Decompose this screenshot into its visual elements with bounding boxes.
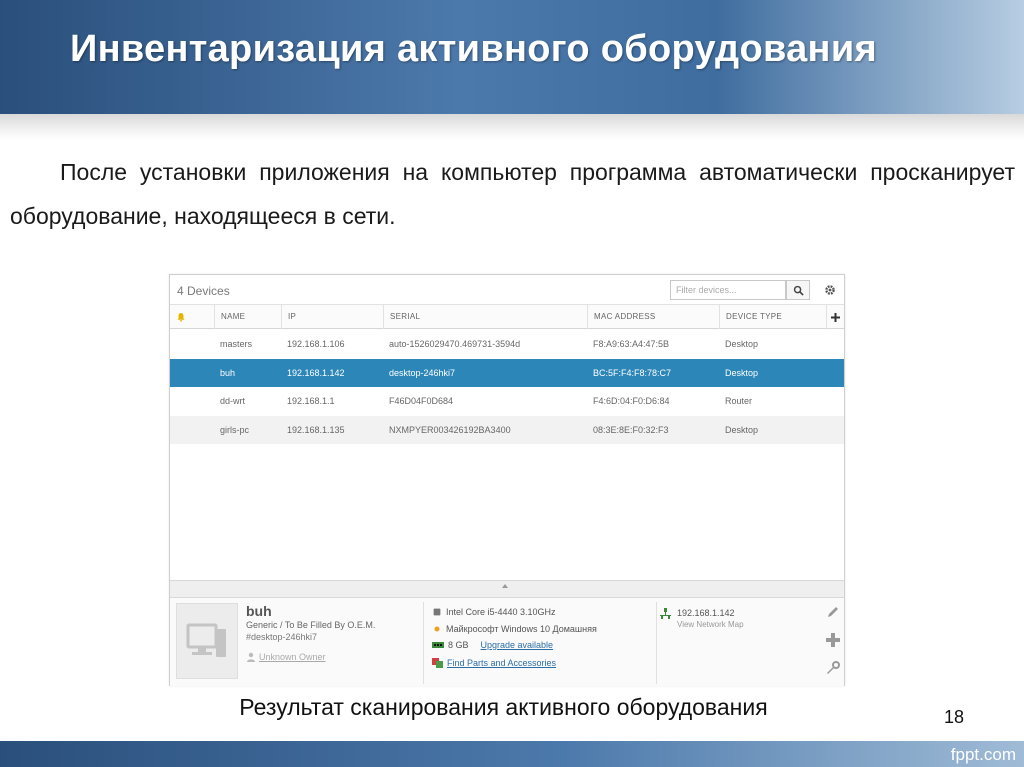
detail-device-tag: #desktop-246hki7 [246,632,318,642]
header-shadow-band [0,114,1024,140]
device-serial: F46D04F0D684 [389,396,454,406]
footer-brand: fppt.com [950,745,1016,764]
detail-device-model: Generic / To Be Filled By O.E.M. [246,620,376,630]
table-row[interactable]: masters 192.168.1.106 auto-1526029470.46… [170,330,844,359]
parts-icon [432,658,443,668]
device-type: Desktop [725,424,759,435]
slide-body-text: После установки приложения на компьютер … [10,159,1015,229]
page-number: 18 [944,707,965,727]
spec-os: Майкрософт Windows 10 Домашняя [432,624,597,634]
column-device-type[interactable]: DEVICE TYPE [719,305,826,329]
table-row[interactable]: girls-pc 192.168.1.135 NXMPYER003426192B… [170,415,844,444]
slide-caption: Результат сканирования активного оборудо… [239,694,768,720]
detail-device-name: buh [246,603,272,619]
slide-header: Инвентаризация активного оборудования [0,0,1024,114]
device-name: masters [220,339,253,349]
spec-ram: 8 GB Upgrade available [432,640,553,650]
device-inventory-window: 4 Devices NAME IP SERIAL MAC ADDRESS DEV… [169,274,845,686]
device-ip: 192.168.1.106 [287,339,345,349]
device-type: Desktop [725,367,759,378]
edit-button[interactable] [825,604,841,620]
owner-link[interactable]: Unknown Owner [246,652,326,662]
slide-title: Инвентаризация активного оборудования [70,28,877,70]
find-parts-link[interactable]: Find Parts and Accessories [447,658,556,668]
tools-button[interactable] [825,660,841,676]
device-toolbar: 4 Devices [170,275,844,305]
table-row[interactable]: dd-wrt 192.168.1.1 F46D04F0D684 F4:6D:04… [170,387,844,416]
device-mac: BC:5F:F4:F8:78:C7 [593,367,672,378]
table-row-selected[interactable]: buh 192.168.1.142 desktop-246hki7 BC:5F:… [170,358,844,387]
device-type: Router [725,396,753,406]
add-column-button[interactable] [826,305,844,329]
computer-icon [186,623,226,657]
owner-label: Unknown Owner [259,652,326,662]
device-thumbnail [176,603,238,679]
bell-icon [177,313,185,322]
detail-divider [423,602,424,684]
alerts-column[interactable] [170,305,214,329]
column-serial[interactable]: SERIAL [383,305,587,329]
os-value: Майкрософт Windows 10 Домашняя [446,624,597,634]
column-mac-address[interactable]: MAC ADDRESS [587,305,719,329]
device-ip: 192.168.1.135 [287,424,345,435]
plus-icon [831,312,840,322]
search-button[interactable] [786,280,810,300]
device-count: 4 Devices [177,284,230,298]
detail-ip: 192.168.1.142 [677,608,735,618]
wrench-icon [827,661,840,674]
network-info: 192.168.1.142 View Network Map [660,608,744,629]
add-button[interactable] [825,632,841,648]
filter-devices-input[interactable] [670,280,786,300]
cpu-value: Intel Core i5-4440 3.10GHz [446,607,556,617]
column-name[interactable]: NAME [214,305,281,329]
plus-icon [826,633,840,647]
table-header: NAME IP SERIAL MAC ADDRESS DEVICE TYPE [170,305,844,329]
search-icon [793,285,804,296]
device-serial: auto-1526029470.469731-3594d [389,339,521,349]
device-name: dd-wrt [220,396,246,406]
splitter-handle[interactable] [502,584,508,588]
person-icon [247,652,255,662]
ram-value: 8 GB [448,640,469,650]
settings-button[interactable] [821,281,839,299]
device-mac: F8:A9:63:A4:47:5B [593,339,670,349]
cpu-icon [433,608,441,616]
windows-icon [434,626,440,632]
spec-cpu: Intel Core i5-4440 3.10GHz [432,607,556,617]
ram-icon [432,642,444,648]
device-serial: NXMPYER003426192BA3400 [389,424,511,435]
device-name: buh [220,367,236,378]
edit-icon [828,607,838,617]
device-serial: desktop-246hki7 [389,367,456,378]
detail-divider [656,602,657,684]
device-list: masters 192.168.1.106 auto-1526029470.46… [170,330,844,444]
device-detail-panel: buh Generic / To Be Filled By O.E.M. #de… [170,598,844,686]
device-ip: 192.168.1.142 [287,367,345,378]
view-network-map-link[interactable]: View Network Map [677,620,744,629]
device-ip: 192.168.1.1 [287,396,335,406]
column-ip[interactable]: IP [281,305,383,329]
device-type: Desktop [725,339,759,349]
device-mac: F4:6D:04:F0:D6:84 [593,396,670,406]
device-mac: 08:3E:8E:F0:32:F3 [593,424,669,435]
upgrade-available-link[interactable]: Upgrade available [481,640,554,650]
slide-footer: fppt.com [0,741,1024,767]
network-icon [660,608,671,619]
spec-parts: Find Parts and Accessories [432,657,556,668]
panel-splitter[interactable] [170,580,844,598]
gear-icon [825,285,835,295]
device-name: girls-pc [220,424,250,435]
